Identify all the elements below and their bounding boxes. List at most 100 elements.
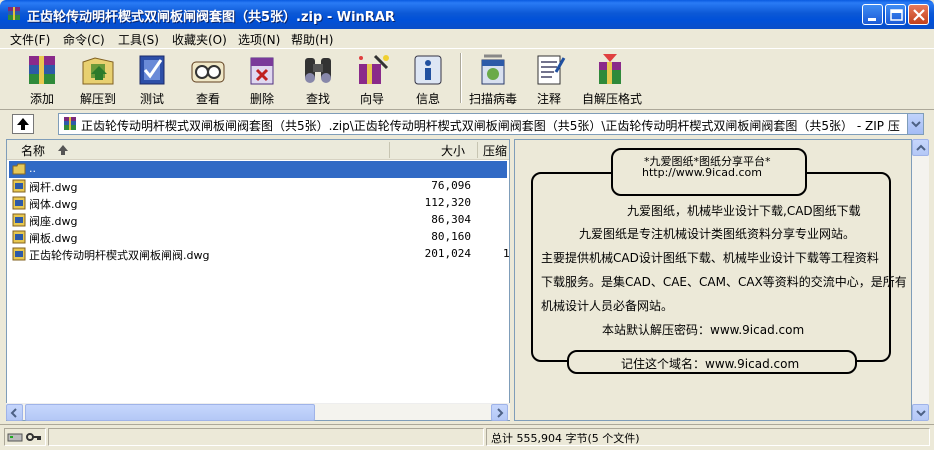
- scroll-up-button[interactable]: [912, 139, 929, 156]
- column-divider[interactable]: [389, 142, 390, 158]
- address-bar: 正齿轮传动明杆楔式双闸板闸阀套图（共5张）.zip\正齿轮传动明杆楔式双闸板闸阀…: [0, 109, 934, 137]
- test-icon: [139, 55, 165, 85]
- dwg-file-icon: [12, 247, 26, 261]
- file-name: ..: [29, 162, 36, 175]
- file-name: 阀座.dwg: [29, 215, 78, 228]
- view-button-label: 查看: [195, 92, 220, 106]
- file-size: 112,320: [424, 196, 471, 209]
- status-selection-panel: [48, 428, 484, 446]
- column-ratio[interactable]: 压缩: [483, 142, 507, 159]
- scroll-thumb[interactable]: [25, 404, 315, 421]
- comment-password: 本站默认解压密码：www.9icad.com: [602, 323, 805, 337]
- up-arrow-icon: [17, 118, 29, 130]
- file-row[interactable]: 阀座.dwg 86,304: [9, 212, 507, 229]
- menu-options[interactable]: 选项(N): [238, 31, 280, 48]
- delete-button[interactable]: 删除: [234, 52, 290, 106]
- menu-bar: 文件(F) 命令(C) 工具(S) 收藏夹(O) 选项(N) 帮助(H): [0, 29, 934, 48]
- status-summary: 总计 555,904 字节(5 个文件): [491, 432, 640, 445]
- toolbar: 添加 解压到 测试 查看 删除 查找 向导 信息 扫描病毒 注释 自解压格式: [0, 48, 934, 108]
- drive-icon: [7, 433, 23, 442]
- scroll-right-button[interactable]: [491, 404, 508, 421]
- maximize-icon: [890, 9, 903, 21]
- virus-scan-button[interactable]: 扫描病毒: [465, 52, 521, 106]
- file-row[interactable]: 闸板.dwg 80,160: [9, 229, 507, 246]
- comment-footer: 记住这个域名：www.9icad.com: [621, 357, 800, 371]
- virus-scan-button-label: 扫描病毒: [468, 92, 517, 106]
- extract-to-button[interactable]: 解压到: [70, 52, 126, 106]
- title-bar[interactable]: 正齿轮传动明杆楔式双闸板闸阀套图（共5张）.zip - WinRAR: [0, 0, 934, 29]
- file-row[interactable]: 阀体.dwg 112,320: [9, 195, 507, 212]
- parent-folder-icon: [12, 163, 26, 175]
- test-button[interactable]: 测试: [124, 52, 180, 106]
- dwg-file-icon: [12, 230, 26, 244]
- sfx-button[interactable]: 自解压格式: [582, 52, 643, 106]
- comment-line: 九爱图纸是专注机械设计类图纸资料分享专业网站。: [579, 227, 856, 241]
- file-size: 201,024: [424, 247, 471, 260]
- file-list[interactable]: 名称 大小 压缩 .. 阀杆.dwg 76,096 阀体.dwg 112,320…: [6, 139, 510, 421]
- close-button[interactable]: [908, 4, 929, 25]
- toolbar-separator: [460, 53, 462, 103]
- sfx-icon: [599, 54, 621, 84]
- sort-arrow-icon: [58, 145, 68, 155]
- comment-header-url: http://www.9icad.com: [642, 166, 762, 179]
- delete-icon: [250, 57, 274, 85]
- comment-line: 主要提供机械CAD设计图纸下载、机械毕业设计下载等工程资料: [541, 251, 879, 265]
- menu-commands[interactable]: 命令(C): [63, 31, 105, 48]
- view-button[interactable]: 查看: [180, 52, 236, 106]
- path-combobox[interactable]: 正齿轮传动明杆楔式双闸板闸阀套图（共5张）.zip\正齿轮传动明杆楔式双闸板闸阀…: [58, 113, 924, 135]
- horizontal-scrollbar[interactable]: [6, 403, 510, 421]
- add-archive-icon: [29, 56, 55, 84]
- chevron-right-icon: [497, 408, 504, 418]
- info-button[interactable]: 信息: [400, 52, 456, 106]
- column-header: 名称 大小 压缩: [7, 140, 509, 160]
- extract-to-button-label: 解压到: [79, 92, 116, 106]
- window-title: 正齿轮传动明杆楔式双闸板闸阀套图（共5张）.zip - WinRAR: [27, 10, 395, 25]
- comment-button[interactable]: 注释: [521, 52, 577, 106]
- delete-button-label: 删除: [249, 92, 274, 106]
- comment-icon: [537, 55, 566, 85]
- find-button-label: 查找: [305, 92, 330, 106]
- extract-to-icon: [82, 57, 114, 85]
- find-icon: [305, 58, 331, 83]
- file-row[interactable]: 正齿轮传动明杆楔式双闸板闸阀.dwg 201,024 1: [9, 246, 510, 263]
- add-button[interactable]: 添加: [14, 52, 70, 106]
- comment-vertical-scrollbar[interactable]: [912, 139, 929, 421]
- file-name: 正齿轮传动明杆楔式双闸板闸阀.dwg: [29, 249, 210, 262]
- minimize-button[interactable]: [862, 4, 883, 25]
- file-row[interactable]: 阀杆.dwg 76,096: [9, 178, 507, 195]
- dwg-file-icon: [12, 179, 26, 193]
- key-icon: [26, 433, 41, 441]
- dwg-file-icon: [12, 196, 26, 210]
- up-folder-button[interactable]: [12, 114, 34, 134]
- maximize-button[interactable]: [885, 4, 906, 25]
- file-name: 闸板.dwg: [29, 232, 78, 245]
- menu-file[interactable]: 文件(F): [10, 31, 50, 48]
- status-bar: 总计 555,904 字节(5 个文件): [0, 424, 934, 450]
- chevron-down-icon: [916, 410, 926, 417]
- archive-comment-panel: *九爱图纸*图纸分享平台* http://www.9icad.com 九爱图纸，…: [514, 139, 912, 421]
- file-name: 阀体.dwg: [29, 198, 78, 211]
- info-icon: [414, 55, 442, 85]
- column-name[interactable]: 名称: [21, 142, 45, 159]
- wizard-icon: [359, 54, 389, 84]
- comment-line: 机械设计人员必备网站。: [541, 299, 674, 313]
- winrar-app-icon: [8, 7, 20, 20]
- wizard-button[interactable]: 向导: [344, 52, 400, 106]
- scroll-down-button[interactable]: [912, 404, 929, 421]
- info-button-label: 信息: [415, 92, 440, 106]
- menu-favorites[interactable]: 收藏夹(O): [172, 31, 227, 48]
- file-size: 76,096: [431, 179, 471, 192]
- column-size[interactable]: 大小: [441, 142, 465, 159]
- view-icon: [191, 61, 225, 83]
- scroll-left-button[interactable]: [6, 404, 23, 421]
- sfx-button-label: 自解压格式: [582, 92, 643, 106]
- file-row-parent[interactable]: ..: [9, 161, 507, 178]
- dwg-file-icon: [12, 213, 26, 227]
- path-dropdown-button[interactable]: [907, 114, 923, 134]
- menu-help[interactable]: 帮助(H): [291, 31, 333, 48]
- column-divider[interactable]: [477, 142, 478, 158]
- menu-tools[interactable]: 工具(S): [118, 31, 159, 48]
- find-button[interactable]: 查找: [290, 52, 346, 106]
- file-ratio: 1: [503, 247, 510, 260]
- path-text: 正齿轮传动明杆楔式双闸板闸阀套图（共5张）.zip\正齿轮传动明杆楔式双闸板闸阀…: [81, 119, 900, 133]
